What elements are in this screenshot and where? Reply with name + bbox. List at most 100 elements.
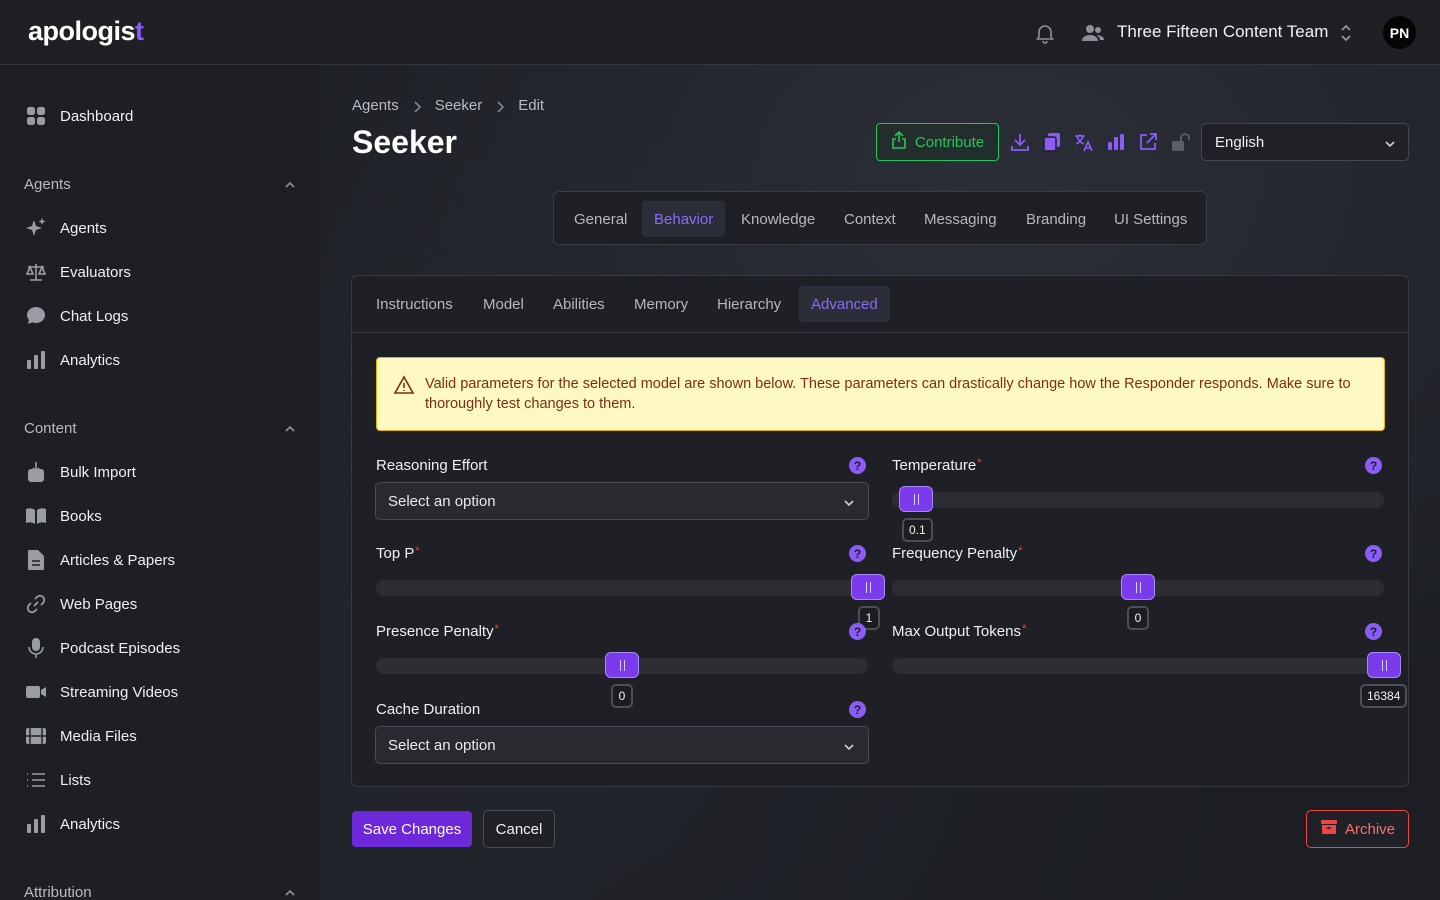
sidebar-item-analytics[interactable]: Analytics bbox=[24, 345, 120, 375]
cancel-button[interactable]: Cancel bbox=[483, 810, 555, 848]
max-output-tokens-slider-handle[interactable] bbox=[1367, 652, 1401, 678]
bell-icon[interactable] bbox=[1033, 21, 1057, 45]
sidebar-item-evaluators[interactable]: Evaluators bbox=[24, 257, 131, 287]
help-icon[interactable]: ? bbox=[849, 701, 866, 718]
avatar[interactable]: PN bbox=[1383, 16, 1416, 49]
divider bbox=[352, 332, 1408, 333]
list-icon bbox=[24, 768, 48, 792]
help-icon[interactable]: ? bbox=[849, 623, 866, 640]
save-changes-button[interactable]: Save Changes bbox=[352, 811, 472, 847]
subtab-model[interactable]: Model bbox=[471, 286, 536, 322]
sidebar-section-content[interactable]: Content bbox=[24, 418, 296, 438]
warning-banner: Valid parameters for the selected model … bbox=[376, 357, 1385, 431]
reasoning-effort-select[interactable]: Select an option bbox=[375, 482, 869, 520]
unlock-icon[interactable] bbox=[1169, 131, 1191, 153]
sidebar-item-streaming-videos[interactable]: Streaming Videos bbox=[24, 677, 178, 707]
frequency-penalty-slider-handle[interactable] bbox=[1121, 574, 1155, 600]
help-icon[interactable]: ? bbox=[1365, 545, 1382, 562]
translate-icon[interactable] bbox=[1073, 131, 1095, 153]
breadcrumb-agents[interactable]: Agents bbox=[352, 97, 399, 114]
breadcrumb: Agents Seeker Edit bbox=[352, 97, 544, 114]
chevron-up-icon[interactable] bbox=[284, 422, 296, 434]
max-output-tokens-slider[interactable] bbox=[892, 658, 1384, 674]
sidebar-section-attribution[interactable]: Attribution bbox=[24, 882, 296, 900]
archive-button[interactable]: Archive bbox=[1306, 810, 1409, 848]
app-logo[interactable]: apologist bbox=[28, 16, 144, 47]
chevron-down-icon bbox=[843, 496, 855, 508]
sidebar-item-content-analytics[interactable]: Analytics bbox=[24, 809, 120, 839]
chevron-right-icon bbox=[413, 100, 421, 113]
help-icon[interactable]: ? bbox=[849, 457, 866, 474]
sidebar-item-books[interactable]: Books bbox=[24, 501, 102, 531]
bulk-import-icon bbox=[24, 460, 48, 484]
sidebar-item-chat-logs[interactable]: Chat Logs bbox=[24, 301, 128, 331]
tab-ui-settings[interactable]: UI Settings bbox=[1102, 201, 1199, 237]
microphone-icon bbox=[24, 636, 48, 660]
subtab-hierarchy[interactable]: Hierarchy bbox=[705, 286, 793, 322]
chevron-up-icon[interactable] bbox=[284, 178, 296, 190]
language-select[interactable]: English bbox=[1201, 123, 1409, 161]
frequency-penalty-label: Frequency Penalty* bbox=[892, 545, 1023, 562]
sidebar-item-bulk-import[interactable]: Bulk Import bbox=[24, 457, 136, 487]
help-icon[interactable]: ? bbox=[849, 545, 866, 562]
copy-icon[interactable] bbox=[1041, 131, 1063, 153]
help-icon[interactable]: ? bbox=[1365, 623, 1382, 640]
max-output-tokens-value: 16384 bbox=[1360, 684, 1408, 708]
tab-branding[interactable]: Branding bbox=[1014, 201, 1098, 237]
share-icon bbox=[891, 130, 907, 153]
book-icon bbox=[24, 504, 48, 528]
cache-duration-select[interactable]: Select an option bbox=[375, 726, 869, 764]
tab-knowledge[interactable]: Knowledge bbox=[729, 201, 827, 237]
top-p-slider-handle[interactable] bbox=[851, 574, 885, 600]
sidebar-item-web-pages[interactable]: Web Pages bbox=[24, 589, 137, 619]
subtab-memory[interactable]: Memory bbox=[622, 286, 700, 322]
sidebar-item-podcast-episodes[interactable]: Podcast Episodes bbox=[24, 633, 180, 663]
temperature-label: Temperature* bbox=[892, 457, 982, 474]
breadcrumb-seeker[interactable]: Seeker bbox=[435, 97, 483, 114]
chevron-down-icon bbox=[843, 740, 855, 752]
sidebar-item-media-files[interactable]: Media Files bbox=[24, 721, 137, 751]
reasoning-effort-label: Reasoning Effort bbox=[376, 457, 488, 474]
breadcrumb-edit: Edit bbox=[518, 97, 545, 114]
sidebar-item-dashboard[interactable]: Dashboard bbox=[24, 101, 133, 131]
presence-penalty-label: Presence Penalty* bbox=[376, 623, 499, 640]
warning-triangle-icon bbox=[393, 375, 415, 395]
document-icon bbox=[24, 548, 48, 572]
main-tabs: General Behavior Knowledge Context Messa… bbox=[553, 191, 1207, 245]
top-p-slider[interactable] bbox=[376, 580, 868, 596]
bar-chart-icon bbox=[24, 812, 48, 836]
contribute-button[interactable]: Contribute bbox=[876, 123, 999, 161]
sidebar-item-agents[interactable]: Agents bbox=[24, 213, 107, 243]
tab-behavior[interactable]: Behavior bbox=[642, 201, 726, 237]
sidebar-section-agents[interactable]: Agents bbox=[24, 174, 296, 194]
warning-text: Valid parameters for the selected model … bbox=[425, 376, 1351, 412]
bar-chart-icon bbox=[24, 348, 48, 372]
download-icon[interactable] bbox=[1009, 131, 1031, 153]
video-camera-icon bbox=[24, 680, 48, 704]
sparkles-icon bbox=[24, 216, 48, 240]
subtab-abilities[interactable]: Abilities bbox=[541, 286, 617, 322]
advanced-settings-card: Instructions Model Abilities Memory Hier… bbox=[351, 275, 1409, 787]
presence-penalty-slider-handle[interactable] bbox=[605, 652, 639, 678]
help-icon[interactable]: ? bbox=[1365, 457, 1382, 474]
temperature-slider[interactable] bbox=[892, 492, 1384, 508]
subtab-advanced[interactable]: Advanced bbox=[799, 286, 890, 322]
chevron-up-down-icon[interactable] bbox=[1339, 23, 1353, 43]
tab-general[interactable]: General bbox=[562, 201, 639, 237]
chevron-up-icon[interactable] bbox=[284, 886, 296, 898]
tab-context[interactable]: Context bbox=[832, 201, 908, 237]
scale-icon bbox=[24, 260, 48, 284]
sidebar-item-articles[interactable]: Articles & Papers bbox=[24, 545, 175, 575]
sidebar-item-lists[interactable]: Lists bbox=[24, 765, 91, 795]
max-output-tokens-label: Max Output Tokens* bbox=[892, 623, 1027, 640]
temperature-slider-handle[interactable] bbox=[899, 486, 933, 512]
grid-icon bbox=[24, 104, 48, 128]
team-switcher[interactable]: Three Fifteen Content Team bbox=[1117, 22, 1328, 42]
external-link-icon[interactable] bbox=[1137, 131, 1159, 153]
top-p-label: Top P* bbox=[376, 545, 420, 562]
cache-duration-label: Cache Duration bbox=[376, 701, 481, 718]
bar-chart-icon[interactable] bbox=[1105, 131, 1127, 153]
subtab-instructions[interactable]: Instructions bbox=[364, 286, 465, 322]
team-icon bbox=[1081, 22, 1105, 44]
tab-messaging[interactable]: Messaging bbox=[912, 201, 1009, 237]
